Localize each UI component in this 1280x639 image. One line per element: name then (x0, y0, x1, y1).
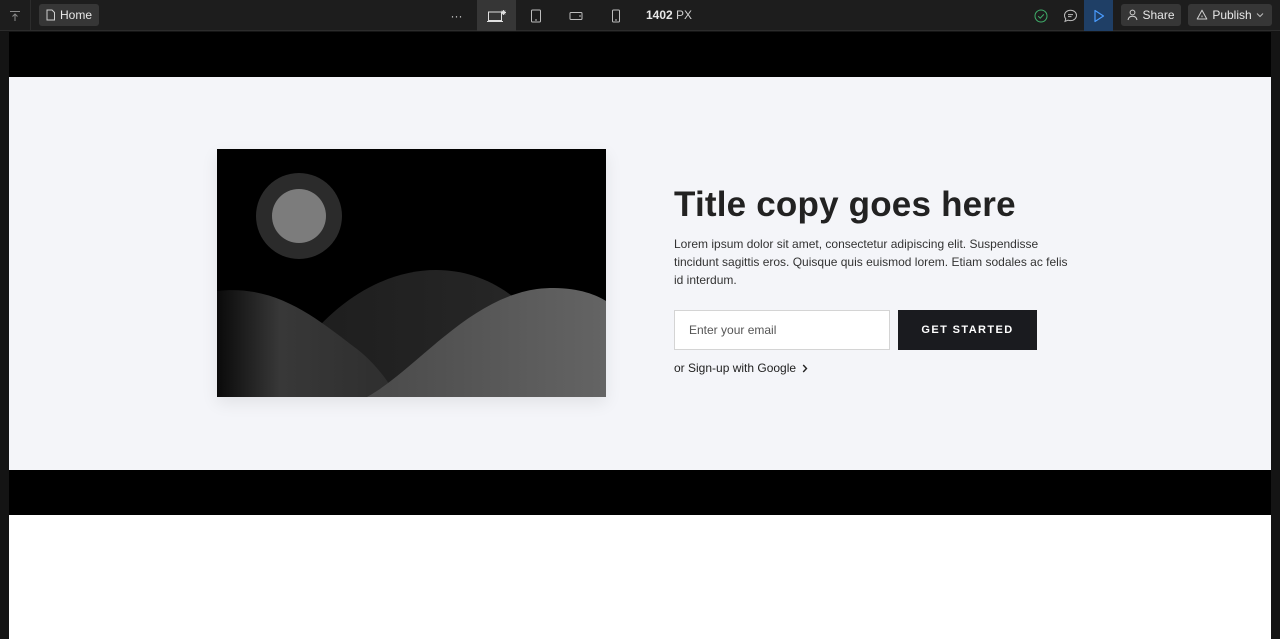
mobile-landscape-icon (569, 11, 582, 20)
hero-image-placeholder[interactable] (217, 149, 606, 397)
google-signup-label: or Sign-up with Google (674, 361, 797, 375)
user-icon (1127, 9, 1138, 21)
get-started-button[interactable]: GET STARTED (898, 310, 1037, 350)
share-button[interactable]: Share (1121, 4, 1181, 26)
rocket-icon (1197, 9, 1208, 20)
google-signup-link[interactable]: or Sign-up with Google (674, 361, 808, 375)
play-icon (1093, 9, 1104, 22)
upload-button[interactable] (0, 0, 31, 31)
desktop-breakpoint-icon (486, 9, 506, 22)
design-canvas: Title copy goes here Lorem ipsum dolor s… (9, 32, 1271, 639)
tablet-icon (530, 9, 541, 22)
image-placeholder-graphic (217, 173, 606, 397)
hero-title: Title copy goes here (674, 185, 1016, 224)
more-options-button[interactable]: ··· (437, 0, 476, 31)
top-toolbar: Home ··· 1402 PX Share Publish (0, 0, 1280, 31)
canvas-gutter-right (1271, 32, 1280, 639)
more-icon: ··· (450, 8, 463, 23)
canvas-width-value: 1402 (646, 8, 673, 22)
navbar-placeholder[interactable] (9, 32, 1271, 77)
mobile-portrait-button[interactable] (596, 0, 635, 31)
chevron-right-icon (802, 364, 808, 372)
preview-button[interactable] (1084, 0, 1113, 31)
section-placeholder[interactable] (9, 470, 1271, 515)
publish-button[interactable]: Publish (1188, 4, 1272, 26)
share-label: Share (1142, 8, 1175, 22)
comment-icon (1063, 9, 1077, 22)
mobile-portrait-icon (611, 9, 620, 22)
upload-icon (10, 10, 20, 21)
hero-section[interactable]: Title copy goes here Lorem ipsum dolor s… (9, 77, 1271, 470)
comments-button[interactable] (1056, 0, 1084, 31)
page-name: Home (60, 8, 93, 22)
canvas-gutter-left (0, 32, 9, 639)
status-button[interactable] (1027, 0, 1055, 31)
page-icon (46, 9, 55, 21)
desktop-breakpoint-button[interactable] (477, 0, 516, 31)
canvas-width-readout[interactable]: 1402 PX (646, 8, 692, 22)
tablet-breakpoint-button[interactable] (516, 0, 555, 31)
mobile-landscape-button[interactable] (556, 0, 595, 31)
chevron-down-icon (1256, 13, 1264, 18)
check-circle-icon (1034, 9, 1048, 22)
page-selector[interactable]: Home (39, 4, 100, 26)
publish-label: Publish (1212, 8, 1252, 22)
email-field[interactable] (674, 310, 890, 350)
canvas-width-unit: PX (676, 8, 693, 22)
hero-body-text: Lorem ipsum dolor sit amet, consectetur … (674, 237, 1068, 287)
